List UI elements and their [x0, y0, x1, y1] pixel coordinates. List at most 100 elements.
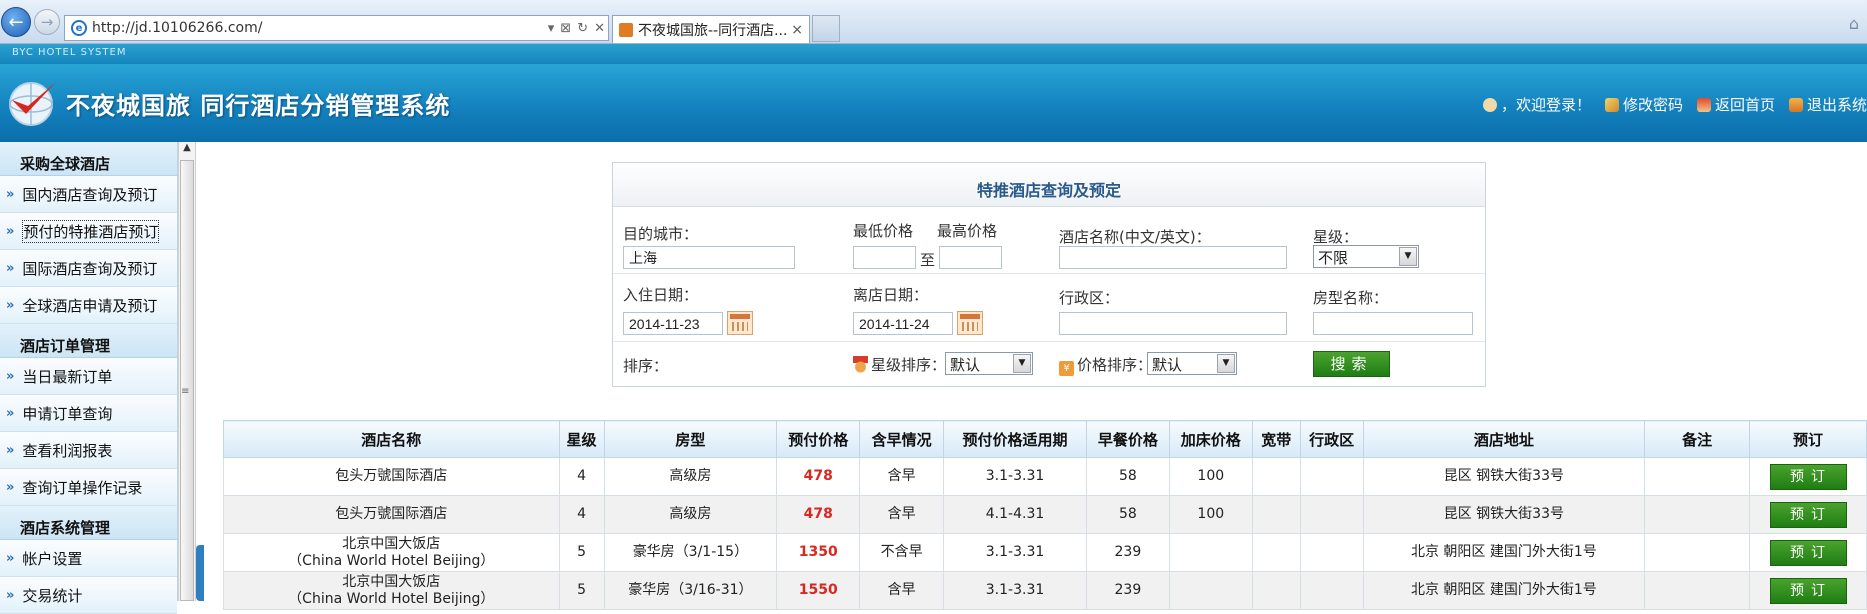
sidebar-item-profit-report[interactable]: » 查看利润报表	[0, 432, 177, 469]
col-hotel-name: 酒店名称	[223, 420, 560, 458]
star-cell: 5	[558, 533, 605, 572]
compat-view-icon[interactable]: ⊠	[560, 21, 571, 36]
checkin-date-input[interactable]	[623, 312, 723, 335]
breakfast-cell: 含早	[859, 571, 945, 610]
book-button[interactable]: 预订	[1769, 463, 1847, 490]
double-arrow-icon: »	[6, 368, 15, 384]
remark-cell	[1644, 457, 1750, 496]
scroll-up-arrow-icon[interactable]: ▲	[179, 142, 195, 160]
dest-city-input[interactable]	[623, 246, 795, 269]
new-tab-button[interactable]	[812, 15, 840, 42]
sidebar-scrollbar[interactable]: ▲ ≡	[178, 142, 196, 601]
col-breakfast: 含早情况	[859, 420, 945, 458]
price-cell: 1550	[776, 571, 861, 610]
room-name-input[interactable]	[1313, 312, 1473, 335]
hotel-name-input[interactable]	[1059, 246, 1287, 269]
book-button[interactable]: 预订	[1769, 539, 1847, 566]
double-arrow-icon: »	[6, 550, 15, 566]
sidebar-item-request-orders[interactable]: » 申请订单查询	[0, 395, 177, 432]
site-banner: 不夜城国旅 同行酒店分销管理系统 ，欢迎登录！ 修改密码 返回首页 退出系统	[0, 64, 1867, 142]
price-sort-select[interactable]: 默认 ▼	[1147, 352, 1237, 375]
breakfast-cell: 不含早	[859, 533, 945, 572]
hotel-name-cell: 包头万號国际酒店	[223, 457, 560, 496]
broadband-cell	[1251, 571, 1301, 610]
checkout-label: 离店日期：	[853, 286, 929, 304]
room-cell: 豪华房（3/16-31）	[603, 571, 778, 610]
double-arrow-icon: »	[6, 223, 15, 239]
sidebar-item-today-orders[interactable]: » 当日最新订单	[0, 358, 177, 395]
hotel-name-cell: 包头万號国际酒店	[223, 495, 560, 534]
stop-icon[interactable]: ✕	[594, 21, 605, 36]
book-button[interactable]: 预订	[1769, 501, 1847, 528]
room-cell: 豪华房（3/1-15）	[603, 533, 778, 572]
site-title: 不夜城国旅 同行酒店分销管理系统	[66, 92, 451, 120]
hotel-name-label: 酒店名称(中文/英文)：	[1059, 228, 1211, 246]
browser-tab[interactable]: 不夜城国旅--同行酒店... ×	[612, 15, 810, 43]
checkout-date-input[interactable]	[853, 312, 953, 335]
sidebar-toggle-handle[interactable]	[196, 545, 204, 601]
max-price-input[interactable]	[939, 246, 1002, 269]
sidebar-item-international-hotel[interactable]: » 国际酒店查询及预订	[0, 250, 177, 287]
min-price-input[interactable]	[853, 246, 916, 269]
star-cell: 5	[558, 571, 605, 610]
address-cell: 北京 朝阳区 建国门外大街1号	[1362, 533, 1646, 572]
address-cell: 北京 朝阳区 建国门外大街1号	[1362, 571, 1646, 610]
sidebar-section-system: 酒店系统管理	[0, 506, 177, 540]
star-rating-select[interactable]: 不限 ▼	[1313, 245, 1419, 268]
room-name-label: 房型名称：	[1313, 289, 1389, 307]
welcome-text: ，欢迎登录！	[1482, 94, 1591, 115]
chevron-down-icon: ▼	[1399, 247, 1417, 266]
checkin-label: 入住日期：	[623, 286, 699, 304]
sidebar-item-domestic-hotel[interactable]: » 国内酒店查询及预订	[0, 176, 177, 213]
price-cell: 478	[776, 495, 861, 534]
sidebar-item-prepaid-hotel[interactable]: » 预付的特推酒店预订	[0, 213, 177, 250]
price-range-separator: 至	[920, 251, 936, 269]
search-row-3: 排序： 星级排序： 默认 ▼ ¥ 价格排序： 默认 ▼ 搜索	[613, 342, 1485, 386]
logout-link[interactable]: 退出系统	[1788, 94, 1867, 115]
district-cell	[1299, 571, 1364, 610]
tab-close-icon[interactable]: ×	[791, 22, 803, 38]
ie-logo-icon: e	[71, 20, 87, 36]
sidebar-item-account-settings[interactable]: » 帐户设置	[0, 540, 177, 577]
system-tag: BYC HOTEL SYSTEM	[12, 47, 127, 58]
search-row-2: 入住日期： 离店日期： 行政区： 房型名称：	[613, 274, 1485, 342]
search-button[interactable]: 搜索	[1313, 351, 1390, 377]
browser-toolbar: ⌂	[1849, 14, 1859, 33]
sidebar-item-transaction-stats[interactable]: » 交易统计	[0, 577, 177, 614]
district-input[interactable]	[1059, 312, 1287, 335]
remark-cell	[1644, 571, 1750, 610]
col-district: 行政区	[1299, 420, 1364, 458]
extra-bed-cell: 100	[1168, 457, 1253, 496]
yuan-icon: ¥	[1059, 361, 1074, 376]
sidebar-item-global-hotel[interactable]: » 全球酒店申请及预订	[0, 287, 177, 324]
hotel-name-cell: 北京中国大饭店 （China World Hotel Beijing）	[223, 571, 560, 610]
scroll-grip-icon: ≡	[181, 386, 190, 397]
back-arrow-icon[interactable]: ←	[1, 7, 31, 37]
calendar-icon[interactable]	[957, 311, 983, 335]
price-cell: 478	[776, 457, 861, 496]
search-panel-title: 特推酒店查询及预定	[613, 163, 1485, 207]
star-sort-select[interactable]: 默认 ▼	[945, 352, 1033, 375]
book-button[interactable]: 预订	[1769, 577, 1847, 604]
favicon-icon	[619, 22, 633, 37]
double-arrow-icon: »	[6, 186, 15, 202]
home-link[interactable]: 返回首页	[1696, 94, 1775, 115]
address-bar[interactable]: e http://jd.10106266.com/ ▾ ⊠ ↻ ✕	[64, 15, 609, 41]
url-text: http://jd.10106266.com/	[92, 20, 263, 36]
star-rating-label: 星级：	[1313, 228, 1359, 246]
forward-arrow-icon[interactable]: →	[34, 9, 60, 35]
room-cell: 高级房	[603, 495, 778, 534]
change-password-link[interactable]: 修改密码	[1604, 94, 1683, 115]
sidebar-item-order-log[interactable]: » 查询订单操作记录	[0, 469, 177, 506]
home-icon[interactable]: ⌂	[1849, 14, 1859, 33]
calendar-icon[interactable]	[727, 311, 753, 335]
max-price-label: 最高价格	[937, 222, 998, 240]
period-cell: 3.1-3.31	[943, 571, 1087, 610]
refresh-icon[interactable]: ↻	[577, 21, 588, 36]
breakfast-price-cell: 239	[1085, 533, 1170, 572]
col-extra-bed: 加床价格	[1168, 420, 1253, 458]
col-prepaid-price: 预付价格	[776, 420, 861, 458]
scroll-thumb[interactable]	[180, 160, 194, 601]
star-sort-label: 星级排序：	[853, 354, 946, 375]
dropdown-icon[interactable]: ▾	[548, 21, 555, 36]
